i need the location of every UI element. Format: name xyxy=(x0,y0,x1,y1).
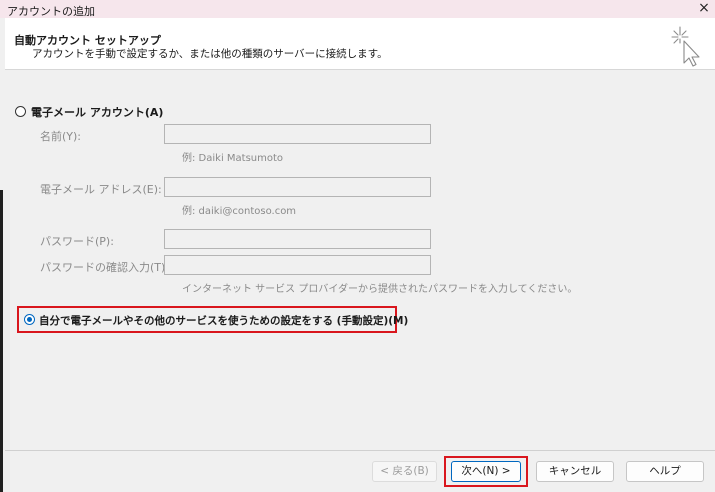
email-address-label: 電子メール アドレス(E): xyxy=(40,183,162,196)
password-confirm-input[interactable] xyxy=(164,255,431,275)
email-address-input[interactable] xyxy=(164,177,431,197)
password-hint: インターネット サービス プロバイダーから提供されたパスワードを入力してください… xyxy=(182,284,578,295)
cursor-sparkle-icon xyxy=(671,26,700,67)
name-label: 名前(Y): xyxy=(40,130,82,143)
cancel-button[interactable]: キャンセル xyxy=(536,461,614,482)
password-confirm-label: パスワードの確認入力(T): xyxy=(40,261,170,274)
help-button[interactable]: ヘルプ xyxy=(626,461,704,482)
password-label: パスワード(P): xyxy=(40,235,114,248)
password-input[interactable] xyxy=(164,229,431,249)
email-account-option-label[interactable]: 電子メール アカウント(A) xyxy=(31,104,163,120)
wizard-header: 自動アカウント セットアップ アカウントを手動で設定するか、または他の種類のサー… xyxy=(5,18,715,70)
email-address-hint: 例: daiki@contoso.com xyxy=(182,206,297,217)
manual-setup-radio[interactable] xyxy=(24,314,35,325)
close-icon[interactable]: × xyxy=(693,0,715,18)
wizard-footer: < 戻る(B) 次へ(N) > キャンセル ヘルプ xyxy=(5,451,715,492)
name-input[interactable] xyxy=(164,124,431,144)
back-button[interactable]: < 戻る(B) xyxy=(372,461,437,482)
wizard-content: 電子メール アカウント(A) 名前(Y): 例: Daiki Matsumoto… xyxy=(5,70,715,450)
background-window-strip xyxy=(0,190,3,492)
next-button[interactable]: 次へ(N) > xyxy=(451,461,521,482)
window-title: アカウントの追加 xyxy=(7,5,95,18)
name-hint: 例: Daiki Matsumoto xyxy=(182,153,284,164)
title-bar: アカウントの追加 × xyxy=(0,0,715,18)
email-account-radio[interactable] xyxy=(15,106,26,117)
header-subtitle: アカウントを手動で設定するか、または他の種類のサーバーに接続します。 xyxy=(32,48,388,60)
manual-setup-option-label[interactable]: 自分で電子メールやその他のサービスを使うための設定をする (手動設定)(M) xyxy=(39,313,408,328)
